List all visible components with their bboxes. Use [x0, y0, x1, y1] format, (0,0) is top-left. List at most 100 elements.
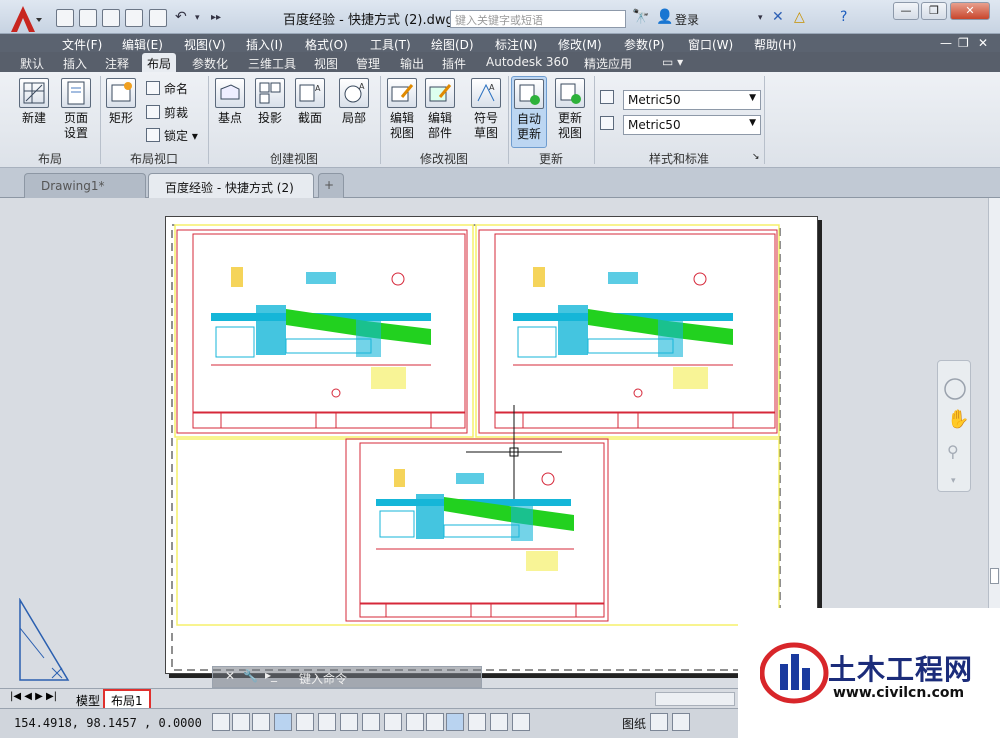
steering-wheel-icon[interactable] — [944, 378, 966, 400]
base-view-button[interactable]: 基点 — [212, 78, 248, 126]
tab-plugins[interactable]: 插件 — [442, 55, 466, 72]
projected-view-button[interactable]: 投影 — [252, 78, 288, 126]
edit-view-button[interactable]: 编辑 视图 — [384, 78, 420, 141]
restore-button[interactable]: ❐ — [921, 2, 947, 20]
minimize-button[interactable]: — — [893, 2, 919, 20]
view-style-dropdown[interactable]: Metric50 ▼ — [623, 90, 761, 110]
new-layout-button[interactable]: 新建 — [14, 78, 54, 126]
menu-parameter[interactable]: 参数(P) — [624, 36, 665, 53]
command-line[interactable]: ✕ 🔧 ▸_ 键入命令 — [212, 666, 482, 688]
stay-connected-icon[interactable]: △ — [794, 9, 805, 25]
tab-featured-apps[interactable]: 精选应用 — [584, 55, 632, 72]
menu-modify[interactable]: 修改(M) — [558, 36, 602, 53]
paper-space-toggle[interactable]: 图纸 — [622, 715, 646, 732]
save-icon[interactable] — [102, 9, 120, 27]
menu-window[interactable]: 窗口(W) — [688, 36, 733, 53]
3d-object-snap-icon[interactable] — [340, 713, 358, 731]
infer-constraints-icon[interactable] — [212, 713, 230, 731]
customize-wrench-icon[interactable]: 🔧 — [243, 669, 258, 683]
close-cmd-icon[interactable]: ✕ — [225, 669, 235, 683]
doc-tab-drawing1[interactable]: Drawing1* — [24, 173, 146, 198]
transparency-icon[interactable] — [446, 713, 464, 731]
tab-default[interactable]: 默认 — [20, 55, 44, 72]
zoom-icon[interactable]: ⚲ — [947, 442, 959, 461]
close-button[interactable]: ✕ — [950, 2, 990, 20]
object-snap-icon[interactable] — [318, 713, 336, 731]
ribbon-tab-bar: 默认 插入 注释 布局 参数化 三维工具 视图 管理 输出 插件 Autodes… — [0, 52, 1000, 72]
tab-output[interactable]: 输出 — [400, 55, 424, 72]
tab-insert[interactable]: 插入 — [63, 55, 87, 72]
layout-nav-first-icon[interactable]: |◀ ◀ ▶ ▶| — [10, 691, 57, 702]
quick-view-layouts-icon[interactable] — [650, 713, 668, 731]
tab-annotate[interactable]: 注释 — [105, 55, 129, 72]
quick-properties-icon[interactable] — [468, 713, 486, 731]
new-tab-button[interactable]: + — [318, 173, 344, 198]
menu-file[interactable]: 文件(F) — [62, 36, 102, 53]
dialog-launcher-icon[interactable]: ↘ — [752, 152, 760, 162]
login-dropdown-icon[interactable]: ▾ — [758, 13, 763, 23]
ribbon-options-icon[interactable]: ▭ ▾ — [662, 55, 683, 69]
quick-view-drawings-icon[interactable] — [672, 713, 690, 731]
menu-insert[interactable]: 插入(I) — [246, 36, 283, 53]
menu-dimension[interactable]: 标注(N) — [495, 36, 537, 53]
page-setup-button[interactable]: 页面 设置 — [58, 78, 94, 141]
pan-hand-icon[interactable]: ✋ — [947, 408, 969, 430]
menu-format[interactable]: 格式(O) — [305, 36, 348, 53]
help-icon[interactable]: ? — [840, 9, 847, 25]
symbol-sketch-button[interactable]: A 符号 草图 — [468, 78, 504, 141]
selection-cycling-icon[interactable] — [490, 713, 508, 731]
lock-viewport-button[interactable]: 锁定 ▾ — [146, 127, 198, 144]
object-snap-tracking-icon[interactable] — [362, 713, 380, 731]
command-input[interactable]: 键入命令 — [299, 670, 347, 687]
binoculars-icon[interactable]: 🔭 — [632, 9, 649, 25]
search-input[interactable]: 键入关键字或短语 — [450, 10, 626, 28]
lineweight-icon[interactable] — [426, 713, 444, 731]
navbar-dropdown-icon[interactable]: ▾ — [951, 476, 956, 486]
menu-edit[interactable]: 编辑(E) — [122, 36, 163, 53]
polar-tracking-icon[interactable] — [296, 713, 314, 731]
application-menu-button[interactable] — [8, 4, 44, 34]
section-style-dropdown[interactable]: Metric50 ▼ — [623, 115, 761, 135]
login-link[interactable]: 登录 — [675, 11, 699, 28]
snap-mode-icon[interactable] — [232, 713, 250, 731]
menu-tools[interactable]: 工具(T) — [370, 36, 411, 53]
section-view-button[interactable]: A 截面 — [292, 78, 328, 126]
doc-tab-current[interactable]: 百度经验 - 快捷方式 (2) ✕ — [148, 173, 314, 210]
tab-layout[interactable]: 布局 — [142, 53, 177, 72]
new-file-icon[interactable] — [56, 9, 74, 27]
doc-minimize-icon[interactable]: — — [940, 36, 952, 50]
undo-dropdown-icon[interactable]: ▾ — [195, 13, 200, 23]
tab-view[interactable]: 视图 — [314, 55, 338, 72]
dynamic-ucs-icon[interactable] — [384, 713, 402, 731]
update-view-button[interactable]: 更新 视图 — [552, 78, 588, 141]
tab-3d-tools[interactable]: 三维工具 — [248, 55, 296, 72]
undo-icon[interactable]: ↶ — [175, 9, 187, 25]
auto-update-button[interactable]: 自动 更新 — [511, 76, 547, 148]
grid-display-icon[interactable] — [252, 713, 270, 731]
open-folder-icon[interactable] — [79, 9, 97, 27]
ortho-mode-icon[interactable] — [274, 713, 292, 731]
detail-view-button[interactable]: A 局部 — [336, 78, 372, 126]
more-tools-icon[interactable]: ▸▸ — [211, 12, 221, 23]
menu-help[interactable]: 帮助(H) — [754, 36, 796, 53]
doc-close-icon[interactable]: ✕ — [978, 36, 988, 50]
doc-restore-icon[interactable]: ❐ — [958, 36, 969, 50]
annotation-monitor-icon[interactable] — [512, 713, 530, 731]
user-icon[interactable]: 👤 — [656, 9, 673, 25]
print-icon[interactable] — [149, 9, 167, 27]
rect-viewport-button[interactable]: 矩形 — [104, 78, 138, 126]
exchange-icon[interactable]: ✕ — [772, 9, 784, 25]
name-viewport-button[interactable]: 命名 — [146, 80, 188, 97]
save-as-icon[interactable] — [125, 9, 143, 27]
horizontal-scrollbar[interactable] — [655, 692, 735, 706]
tab-manage[interactable]: 管理 — [356, 55, 380, 72]
tab-parametric[interactable]: 参数化 — [192, 55, 228, 72]
clip-viewport-button[interactable]: 剪裁 — [146, 104, 188, 121]
menu-view[interactable]: 视图(V) — [184, 36, 226, 53]
dynamic-input-icon[interactable] — [406, 713, 424, 731]
tab-autodesk-360[interactable]: Autodesk 360 — [486, 55, 569, 69]
menu-draw[interactable]: 绘图(D) — [431, 36, 474, 53]
edit-components-button[interactable]: 编辑 部件 — [422, 78, 458, 141]
scroll-thumb[interactable] — [990, 568, 999, 584]
detail-sheet-1 — [176, 229, 468, 434]
